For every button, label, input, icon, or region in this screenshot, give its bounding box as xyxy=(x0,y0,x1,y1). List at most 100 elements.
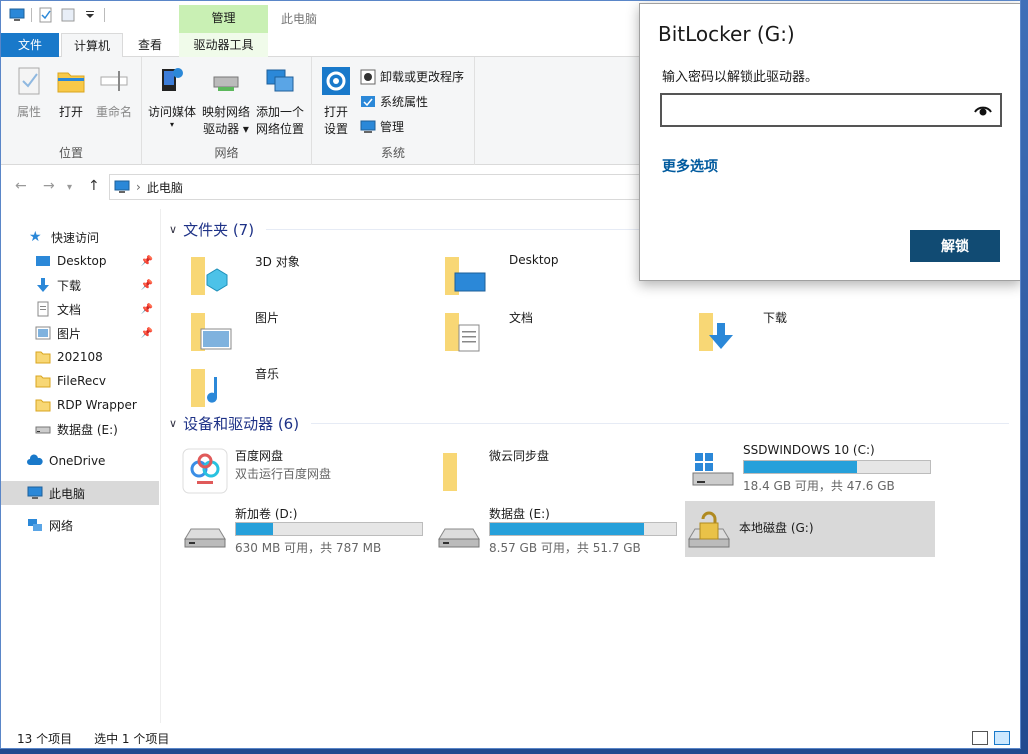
pin-icon[interactable]: 📌 xyxy=(141,280,153,291)
system-group: 打开 设置 卸载或更改程序 系统属性 管理 系统 xyxy=(312,57,475,165)
network-group-label: 网络 xyxy=(214,146,239,160)
properties-check-icon[interactable] xyxy=(38,7,54,23)
unlock-button[interactable]: 解锁 xyxy=(910,230,1000,262)
window-title: 此电脑 xyxy=(281,12,318,26)
nav-item-drive-e[interactable]: 数据盘 (E:) xyxy=(1,417,159,441)
breadcrumb-this-pc[interactable]: 此电脑 xyxy=(147,179,183,196)
properties-label: 属性 xyxy=(16,105,41,119)
forward-arrow-icon[interactable]: → xyxy=(43,178,55,194)
nav-item-label: 文档 xyxy=(57,302,82,317)
open-settings-button[interactable]: 打开 设置 xyxy=(318,65,354,138)
system-properties-button[interactable]: 系统属性 xyxy=(360,93,428,110)
device-drive-d[interactable]: 新加卷 (D:) 630 MB 可用，共 787 MB xyxy=(181,501,431,557)
password-input[interactable] xyxy=(662,95,962,123)
details-view-icon[interactable] xyxy=(972,731,988,745)
password-field-container xyxy=(660,93,1002,127)
drive-free-space: 630 MB 可用，共 787 MB xyxy=(235,541,382,555)
folder-item-downloads[interactable]: 下载 xyxy=(693,305,933,357)
nav-item-label: 数据盘 (E:) xyxy=(57,422,118,437)
nav-item-documents[interactable]: 文档 📌 xyxy=(1,297,159,321)
up-arrow-icon[interactable]: ↑ xyxy=(88,178,100,194)
add-location-label-2: 网络位置 xyxy=(255,122,304,136)
add-network-location-button[interactable]: 添加一个 网络位置 xyxy=(254,65,306,138)
nav-network[interactable]: 网络 xyxy=(1,513,159,537)
nav-item-downloads[interactable]: 下载 📌 xyxy=(1,273,159,297)
reveal-password-eye-icon[interactable] xyxy=(974,103,992,117)
locked-drive-icon xyxy=(688,511,730,548)
nav-item-folder[interactable]: 202108 xyxy=(1,345,159,369)
folder-item-music[interactable]: 音乐 xyxy=(185,361,425,413)
folder-item-pictures[interactable]: 图片 xyxy=(185,305,425,357)
folder-icon xyxy=(35,375,51,388)
chevron-down-icon[interactable]: ∨ xyxy=(169,417,177,430)
nav-item-desktop[interactable]: Desktop 📌 xyxy=(1,249,159,273)
uninstall-program-button[interactable]: 卸载或更改程序 xyxy=(360,68,464,85)
nav-quick-access[interactable]: ★ 快速访问 xyxy=(1,225,159,249)
toolbar-separator xyxy=(31,8,32,22)
chevron-down-icon[interactable] xyxy=(82,7,98,23)
pictures-folder-icon xyxy=(191,313,232,351)
folder-open-icon xyxy=(57,72,85,93)
tab-drive-tools[interactable]: 驱动器工具 xyxy=(179,33,268,57)
downloads-folder-icon xyxy=(699,313,733,351)
nav-item-folder[interactable]: FileRecv xyxy=(1,369,159,393)
pin-icon[interactable]: 📌 xyxy=(141,256,153,267)
manage-label: 管理 xyxy=(380,120,405,134)
taskbar-edge xyxy=(0,749,1028,754)
nav-item-label: 下载 xyxy=(57,278,82,293)
folder-item-documents[interactable]: 文档 xyxy=(439,305,679,357)
nav-item-folder[interactable]: RDP Wrapper xyxy=(1,393,159,417)
gear-icon xyxy=(322,67,350,95)
map-drive-button[interactable]: 映射网络 驱动器 ▾ xyxy=(200,65,252,138)
pin-icon[interactable]: 📌 xyxy=(141,328,153,339)
3d-objects-folder-icon xyxy=(191,257,228,295)
drive-usage-fill xyxy=(236,523,274,535)
rename-button[interactable]: 重命名 xyxy=(93,65,135,121)
back-arrow-icon[interactable]: ← xyxy=(15,178,27,194)
more-options-link[interactable]: 更多选项 xyxy=(662,156,718,176)
large-icons-view-icon[interactable] xyxy=(994,731,1010,745)
nav-item-label: FileRecv xyxy=(57,374,106,388)
computer-manage-icon xyxy=(360,120,376,133)
tab-computer[interactable]: 计算机 xyxy=(61,33,124,58)
new-folder-icon[interactable] xyxy=(60,7,76,23)
tab-view[interactable]: 查看 xyxy=(126,33,174,57)
media-icon xyxy=(162,68,183,91)
nav-item-pictures[interactable]: 图片 📌 xyxy=(1,321,159,345)
system-group-label: 系统 xyxy=(380,146,405,160)
star-icon: ★ xyxy=(29,229,42,245)
device-name: 百度网盘 xyxy=(235,449,284,463)
tab-file[interactable]: 文件 xyxy=(1,33,59,57)
address-bar[interactable]: › 此电脑 xyxy=(109,174,669,200)
breadcrumb-separator-icon[interactable]: › xyxy=(136,180,141,194)
uninstall-label: 卸载或更改程序 xyxy=(380,70,465,84)
device-drive-e[interactable]: 数据盘 (E:) 8.57 GB 可用，共 51.7 GB xyxy=(435,501,685,557)
device-baidu[interactable]: 百度网盘 双击运行百度网盘 xyxy=(181,443,431,499)
documents-folder-icon xyxy=(445,313,480,352)
nav-onedrive[interactable]: OneDrive xyxy=(1,449,159,473)
folder-icon xyxy=(35,351,51,364)
computer-icon[interactable] xyxy=(9,7,25,23)
device-drive-c[interactable]: SSDWINDOWS 10 (C:) 18.4 GB 可用，共 47.6 GB xyxy=(689,439,939,495)
content-pane: ∨ 文件夹 (7) 3D 对象 Desktop 图片 文档 下载 音乐 ∨ 设备… xyxy=(163,209,1020,723)
manage-context-tab[interactable]: 管理 xyxy=(179,5,268,33)
properties-button[interactable]: 属性 xyxy=(11,65,47,121)
manage-button[interactable]: 管理 xyxy=(360,118,404,135)
rename-label: 重命名 xyxy=(95,105,132,119)
cloud-icon xyxy=(27,454,43,465)
recent-chevron-icon[interactable]: ▾ xyxy=(67,182,72,193)
rename-icon xyxy=(100,71,128,91)
folder-item-3d[interactable]: 3D 对象 xyxy=(185,249,425,301)
open-button[interactable]: 打开 xyxy=(53,65,89,121)
chevron-down-icon[interactable]: ∨ xyxy=(169,223,177,236)
device-name: SSDWINDOWS 10 (C:) xyxy=(743,443,875,457)
device-drive-g[interactable]: 本地磁盘 (G:) xyxy=(685,501,935,557)
section-divider xyxy=(311,422,1009,424)
device-weiyun[interactable]: 微云同步盘 xyxy=(435,443,685,499)
location-group-label: 位置 xyxy=(58,146,83,160)
access-media-button[interactable]: 访问媒体 ▾ xyxy=(146,65,198,129)
devices-section-header[interactable]: ∨ 设备和驱动器 (6) xyxy=(169,412,1009,434)
window-edge xyxy=(1021,0,1028,754)
nav-this-pc[interactable]: 此电脑 xyxy=(1,481,159,505)
pin-icon[interactable]: 📌 xyxy=(141,304,153,315)
